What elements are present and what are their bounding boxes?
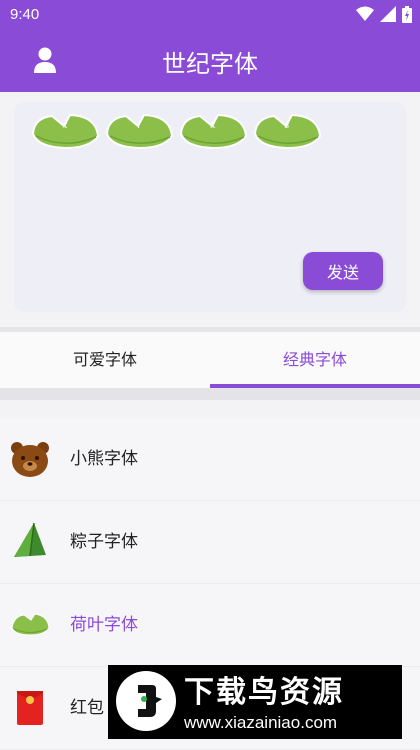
leaf-letter: s: [252, 112, 322, 150]
banner-title: 下载鸟资源: [184, 675, 344, 710]
font-category-tabs: 可爱字体 经典字体: [0, 332, 420, 388]
signal-icon: [380, 6, 396, 22]
red-envelope-icon: [17, 691, 43, 725]
leaf-letter-row: x l k s: [30, 112, 322, 150]
list-item-label: 红包: [70, 698, 104, 718]
leaf-letter-text: l: [137, 121, 141, 131]
list-item-label: 荷叶字体: [70, 615, 138, 635]
wifi-icon: [356, 6, 374, 21]
send-button[interactable]: 发送: [303, 252, 383, 290]
leaf-letter: l: [104, 112, 174, 150]
lotus-leaf-icon: [253, 113, 322, 150]
lotus-leaf-icon: [31, 113, 100, 150]
watermark-banner: 下载鸟资源 www.xiazainiao.com: [108, 665, 402, 739]
bear-icon: [11, 442, 49, 477]
list-item-label: 小熊字体: [70, 449, 138, 469]
list-item-label: 粽子字体: [70, 532, 138, 552]
list-item-zongzi-font[interactable]: 粽子字体: [0, 501, 420, 584]
leaf-letter: x: [30, 112, 100, 150]
lotus-leaf-icon: [179, 113, 248, 150]
status-time: 9:40: [10, 6, 40, 23]
battery-icon: [402, 5, 412, 23]
banner-url: www.xiazainiao.com: [184, 713, 338, 732]
page-title: 世纪字体: [162, 50, 258, 78]
app-bar: 9:40 世纪字体: [0, 0, 420, 92]
leaf-letter-text: k: [210, 121, 216, 131]
message-composer[interactable]: x l k s 发送: [14, 102, 406, 312]
zongzi-icon: [14, 522, 46, 557]
lotus-leaf-icon: [105, 113, 174, 150]
list-item-lotus-leaf-font[interactable]: 荷叶字体: [0, 584, 420, 667]
list-item-bear-font[interactable]: 小熊字体: [0, 418, 420, 501]
status-icons: [356, 5, 412, 23]
lotus-leaf-icon: [11, 613, 50, 636]
section-divider: [0, 388, 420, 400]
bird-logo-icon: [116, 671, 176, 731]
leaf-letter-text: x: [62, 121, 68, 131]
tab-cute-fonts[interactable]: 可爱字体: [0, 332, 210, 388]
leaf-letter-text: s: [284, 121, 290, 131]
tab-classic-fonts[interactable]: 经典字体: [210, 332, 420, 388]
leaf-letter: k: [178, 112, 248, 150]
